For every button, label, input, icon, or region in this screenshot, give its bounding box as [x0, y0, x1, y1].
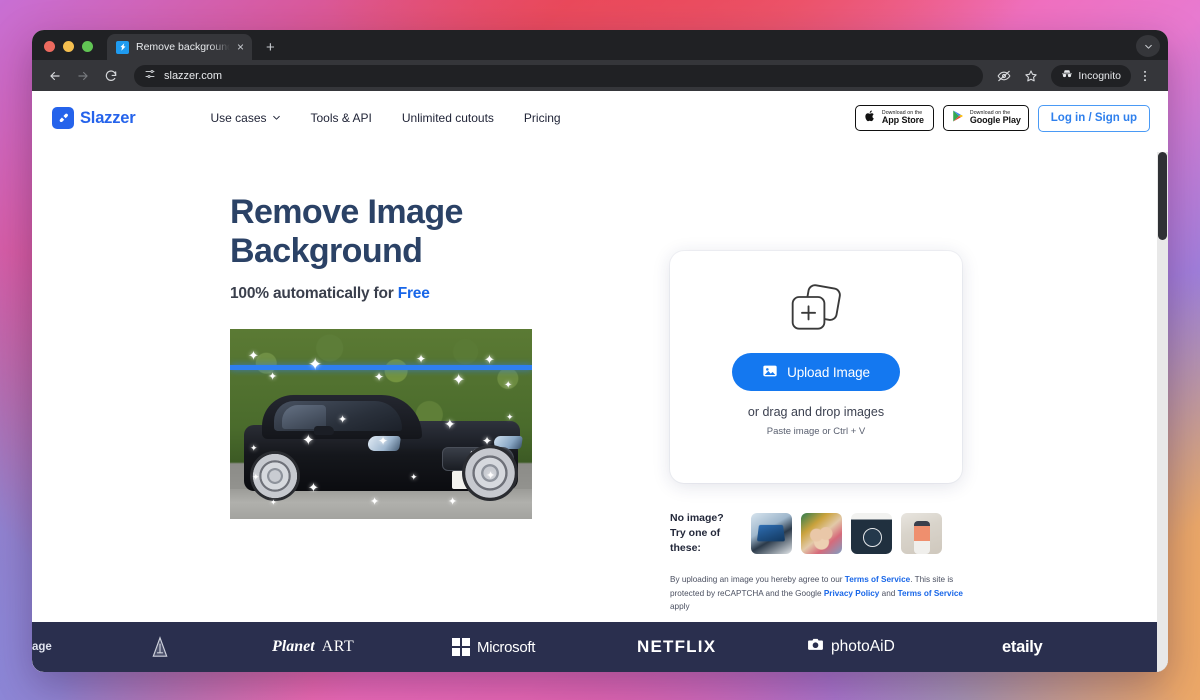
site-navigation-bar: Slazzer Use cases Tools & API Unlimited … [32, 91, 1168, 145]
upload-image-label: Upload Image [787, 364, 870, 380]
incognito-icon [1061, 68, 1073, 83]
new-tab-button[interactable]: + [266, 40, 275, 55]
camera-icon [807, 636, 824, 658]
star-icon[interactable] [1018, 63, 1044, 89]
legal-disclaimer: By uploading an image you hereby agree t… [670, 573, 968, 614]
legal-part-1: By uploading an image you hereby agree t… [670, 575, 845, 584]
brand-partial-label: age [32, 641, 52, 653]
car-illustration [238, 383, 524, 501]
reload-icon[interactable] [98, 63, 124, 89]
address-bar[interactable]: slazzer.com [134, 64, 984, 87]
app-store-label: App Store [881, 115, 924, 125]
slazzer-logo[interactable]: Slazzer [52, 107, 136, 129]
terms-of-service-link-1[interactable]: Terms of Service [845, 575, 910, 584]
incognito-indicator[interactable]: Incognito [1051, 64, 1131, 87]
sample-images-row: No image? Try one of these: [670, 511, 970, 557]
brand-microsoft-logo: Microsoft [452, 638, 535, 656]
hero-subtitle-prefix: 100% automatically for [230, 284, 398, 302]
brand-planetart-logo: Planet ART [272, 638, 354, 656]
slazzer-favicon-icon [116, 40, 129, 54]
brand-photoaid-logo: photoAiD [807, 636, 895, 658]
page-scrollbar-thumb[interactable] [1158, 152, 1167, 240]
picture-icon [762, 363, 778, 382]
microsoft-squares-icon [452, 638, 470, 656]
scan-line [230, 364, 532, 370]
sample-label-line1: No image? [670, 512, 724, 524]
slazzer-logo-icon [52, 107, 74, 129]
hero-section: Remove Image Background 100% automatical… [32, 145, 1168, 519]
upload-card[interactable]: Upload Image or drag and drop images Pas… [670, 251, 962, 483]
photoaid-label: photoAiD [831, 638, 895, 655]
sample-images-label: No image? Try one of these: [670, 511, 742, 557]
nav-item-unlimited-cutouts[interactable]: Unlimited cutouts [402, 111, 494, 125]
browser-tab-strip: Remove background from ima × + [32, 30, 1168, 60]
privacy-policy-link[interactable]: Privacy Policy [824, 589, 880, 598]
site-nav-actions: Download on the App Store Download on th… [854, 104, 1150, 132]
hero-title-line2: Background [230, 232, 423, 271]
nav-item-pricing[interactable]: Pricing [524, 111, 561, 125]
google-play-icon [951, 109, 965, 128]
forward-arrow-icon[interactable] [70, 63, 96, 89]
sample-label-line2: Try one of these: [670, 527, 721, 555]
window-traffic-lights [44, 41, 93, 60]
page-scrollbar-track[interactable] [1157, 152, 1168, 672]
google-play-label: Google Play [969, 115, 1021, 125]
maximize-window-button[interactable] [82, 41, 93, 52]
close-window-button[interactable] [44, 41, 55, 52]
nav-item-tools-api[interactable]: Tools & API [311, 111, 372, 125]
brand-netflix-logo: NETFLIX [637, 637, 717, 656]
minimize-window-button[interactable] [63, 41, 74, 52]
sample-laptop-thumbnail[interactable] [751, 513, 792, 555]
back-arrow-icon[interactable] [42, 63, 68, 89]
site-settings-tune-icon[interactable] [144, 67, 156, 85]
eye-slash-icon[interactable] [991, 63, 1017, 89]
login-signup-button[interactable]: Log in / Sign up [1037, 104, 1150, 132]
slazzer-logo-text: Slazzer [80, 108, 136, 127]
page-title: Remove Image Background [230, 193, 592, 272]
hero-demo-image: ✦ ✦ ✦ ✦ ✦ ✦ ✦ ✦ ✦ ✦ ✦ ✦ ✦ ✦ ✦ ✦ ✦ ✦ ✦ ✦ … [230, 328, 532, 519]
google-play-button[interactable]: Download on the Google Play [942, 105, 1029, 131]
nav-label: Use cases [210, 111, 267, 125]
sample-woman-in-hat-thumbnail[interactable] [901, 513, 942, 555]
browser-toolbar: slazzer.com Incognito [32, 60, 1168, 91]
toolbar-right-actions: Incognito [991, 63, 1158, 89]
brand-etaily-logo: etaily [1002, 637, 1043, 656]
incognito-label: Incognito [1078, 69, 1121, 82]
hero-subtitle: 100% automatically for Free [230, 285, 592, 303]
drag-drop-text: or drag and drop images [747, 405, 885, 419]
planetart-script-label: Planet [272, 638, 315, 655]
terms-of-service-link-2[interactable]: Terms of Service [898, 589, 963, 598]
site-nav-links: Use cases Tools & API Unlimited cutouts … [210, 111, 560, 125]
chevron-down-icon [272, 113, 281, 124]
close-tab-icon[interactable]: × [237, 41, 244, 53]
legal-part-4: apply [670, 602, 690, 612]
sample-product-can-thumbnail[interactable] [851, 513, 892, 555]
web-page: Slazzer Use cases Tools & API Unlimited … [32, 91, 1168, 672]
sample-three-women-thumbnail[interactable] [801, 513, 842, 555]
legal-part-3: and [879, 588, 898, 598]
planetart-serif-label: ART [321, 638, 355, 655]
tab-list-chevron-down-icon[interactable] [1136, 35, 1160, 57]
partner-logos-bar: age Planet ART Microsoft NETFLIX photoAiD… [32, 622, 1168, 672]
upload-image-button[interactable]: Upload Image [732, 353, 900, 391]
browser-tab[interactable]: Remove background from ima × [107, 34, 252, 60]
microsoft-label: Microsoft [477, 638, 536, 656]
hero-title-line1: Remove Image [230, 193, 463, 231]
app-store-button[interactable]: Download on the App Store [854, 105, 934, 131]
browser-window: Remove background from ima × + slazzer.c… [32, 30, 1168, 672]
three-dot-menu-icon[interactable] [1132, 63, 1158, 89]
address-bar-url: slazzer.com [164, 69, 223, 82]
tab-title: Remove background from ima [136, 41, 230, 53]
nav-item-use-cases[interactable]: Use cases [210, 111, 280, 125]
hero-subtitle-highlight: Free [397, 284, 430, 302]
apple-icon [863, 109, 877, 128]
hero-left-column: Remove Image Background 100% automatical… [32, 193, 592, 519]
paste-hint-text: Paste image or Ctrl + V [766, 426, 866, 437]
brand-a-logo-icon [150, 636, 170, 658]
add-images-icon [786, 283, 846, 339]
